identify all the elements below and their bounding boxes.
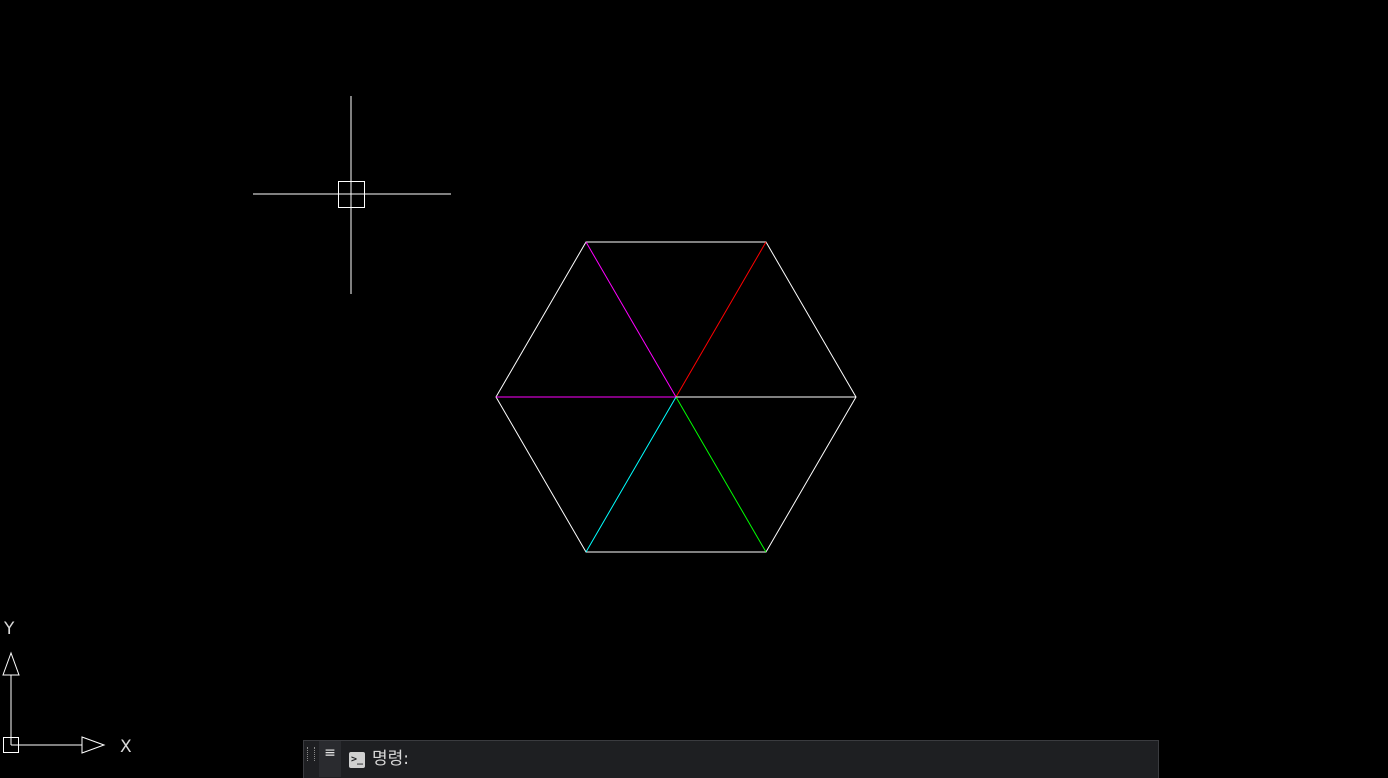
ucs-y-axis-label: Y (3, 619, 15, 639)
ucs-x-axis-label: X (120, 737, 132, 757)
drawing-canvas[interactable]: Y X (0, 0, 1388, 778)
hamburger-menu-icon[interactable]: ≡ (319, 741, 341, 777)
hexagon-spoke-top-right[interactable] (675, 241, 767, 398)
command-prompt-icon[interactable]: >_ (349, 752, 365, 768)
command-line-bar[interactable]: ≡ >_ 명령: (303, 740, 1159, 778)
ucs-icon (2, 651, 106, 754)
command-line-grip-handle[interactable] (307, 747, 315, 761)
hexagon-spoke-bottom-left[interactable] (585, 396, 677, 553)
command-prompt-label: 명령: (372, 749, 410, 769)
command-input[interactable] (413, 747, 1152, 773)
hexagon-spoke-bottom-right[interactable] (675, 396, 767, 553)
crosshair-cursor-icon (253, 96, 451, 294)
hexagon-spoke-top-left[interactable] (585, 241, 677, 398)
